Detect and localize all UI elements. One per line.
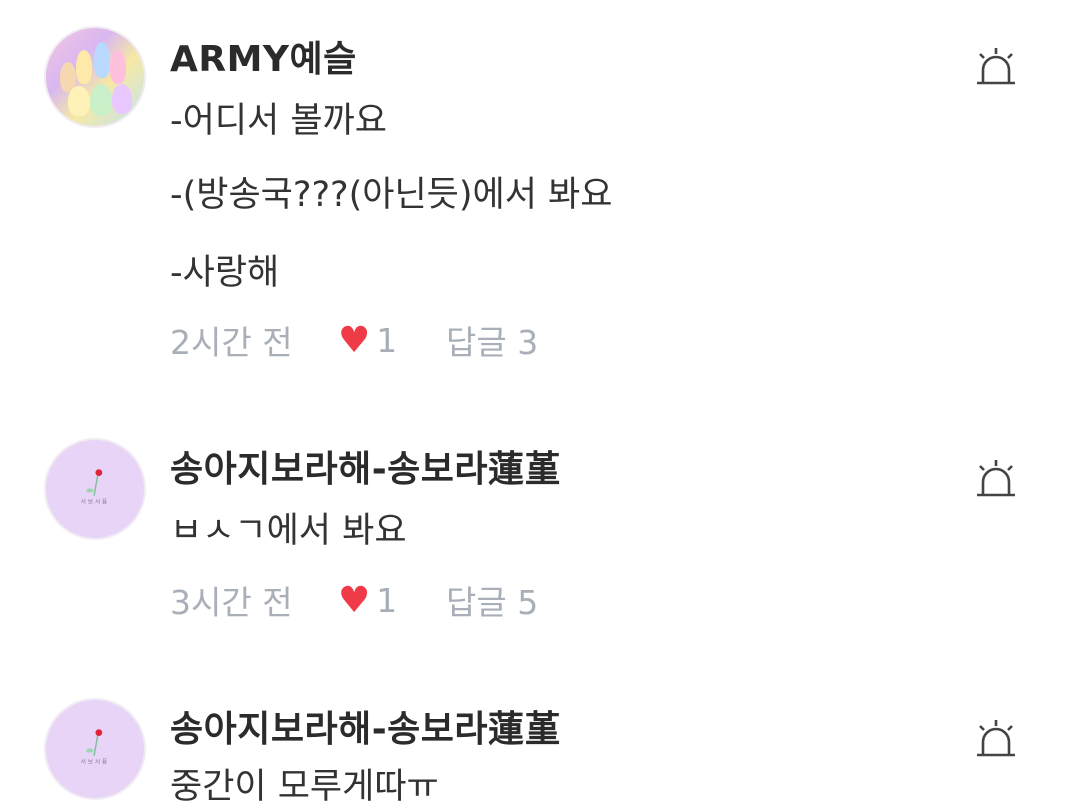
siren-report-icon[interactable] bbox=[974, 458, 1018, 502]
comment-username[interactable]: 송아지보라해-송보라蓮堇 bbox=[170, 440, 561, 492]
like-count: 1 bbox=[376, 580, 398, 620]
avatar-figure bbox=[76, 50, 92, 84]
comment-username[interactable]: ARMY예슬 bbox=[170, 30, 357, 82]
heart-icon: ♥ bbox=[338, 579, 371, 621]
comment-username[interactable]: 송아지보라해-송보라蓮堇 bbox=[170, 700, 561, 752]
comment-text-line: ㅂㅅㄱ에서 봐요 bbox=[170, 511, 407, 551]
like-button[interactable]: ♥ 1 bbox=[338, 320, 446, 361]
comment-text-line: 중간이 모루게따ㅠ bbox=[170, 767, 439, 807]
avatar-figure bbox=[90, 84, 112, 116]
heart-icon: ♥ bbox=[338, 319, 371, 361]
siren-report-icon[interactable] bbox=[974, 46, 1018, 90]
svg-text:서 보 서 퓽: 서 보 서 퓽 bbox=[81, 757, 108, 765]
flower-icon: 서 보 서 퓽 bbox=[81, 469, 108, 505]
comment-meta: 2시간 전 ♥ 1 답글 3 bbox=[170, 316, 538, 364]
avatar[interactable] bbox=[44, 26, 146, 128]
reply-button[interactable]: 답글 3 bbox=[446, 316, 538, 364]
like-button[interactable]: ♥ 1 bbox=[338, 580, 446, 621]
like-count: 1 bbox=[376, 320, 398, 360]
avatar-figure bbox=[94, 42, 110, 78]
avatar[interactable]: 서 보 서 퓽 bbox=[44, 438, 146, 540]
comment-timestamp: 2시간 전 bbox=[170, 323, 293, 362]
comment-meta: 3시간 전 ♥ 1 답글 5 bbox=[170, 576, 538, 624]
flower-icon: 서 보 서 퓽 bbox=[81, 729, 108, 765]
comment-timestamp: 3시간 전 bbox=[170, 583, 293, 622]
avatar-figure bbox=[68, 86, 90, 116]
siren-report-icon[interactable] bbox=[974, 718, 1018, 762]
avatar-figure bbox=[112, 84, 132, 114]
comment-list: ARMY예슬 -어디서 볼까요 -(방송국???(아닌듯)에서 봐요 -사랑해 … bbox=[0, 0, 1080, 810]
comment-text-line: -사랑해 bbox=[170, 253, 280, 293]
avatar[interactable]: 서 보 서 퓽 bbox=[44, 698, 146, 800]
svg-text:서 보 서 퓽: 서 보 서 퓽 bbox=[81, 497, 108, 505]
comment-text-line: -(방송국???(아닌듯)에서 봐요 bbox=[170, 175, 613, 215]
avatar-figure bbox=[110, 50, 126, 84]
comment-text-line: -어디서 볼까요 bbox=[170, 101, 387, 141]
reply-button[interactable]: 답글 5 bbox=[446, 576, 538, 624]
